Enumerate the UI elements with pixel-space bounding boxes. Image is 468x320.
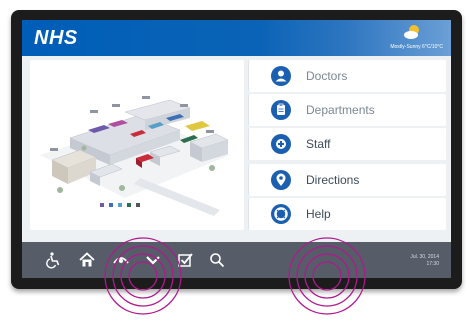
campus-map-panel[interactable] bbox=[30, 60, 244, 230]
legend-swatch bbox=[109, 203, 113, 207]
partly-sunny-icon bbox=[404, 25, 419, 39]
legend-item bbox=[100, 203, 105, 207]
accessibility-icon[interactable] bbox=[44, 251, 62, 269]
legend-item bbox=[127, 203, 132, 207]
home-icon[interactable] bbox=[78, 251, 96, 269]
legend-swatch bbox=[136, 203, 140, 207]
kiosk-screen: NHS Mostly-Sunny 6°C/10°C Doctors Depart… bbox=[22, 20, 451, 278]
clipboard-icon bbox=[271, 100, 291, 120]
legend-item bbox=[136, 203, 141, 207]
menu-label-help: Help bbox=[306, 207, 331, 221]
main-menu: Doctors Departments Staff Directions Hel… bbox=[248, 60, 446, 230]
legend-swatch bbox=[118, 203, 122, 207]
weather-widget: Mostly-Sunny 6°C/10°C bbox=[363, 24, 443, 52]
doctor-icon bbox=[271, 66, 291, 86]
plus-icon bbox=[271, 134, 291, 154]
location-pin-icon bbox=[271, 170, 291, 190]
nhs-logo: NHS bbox=[34, 27, 78, 49]
menu-item-departments[interactable]: Departments bbox=[248, 94, 446, 126]
menu-label-directions: Directions bbox=[306, 173, 360, 187]
legend-swatch bbox=[100, 203, 104, 207]
header-bar: NHS Mostly-Sunny 6°C/10°C bbox=[22, 20, 451, 56]
menu-item-doctors[interactable]: Doctors bbox=[248, 60, 446, 92]
time-text: 17:30 bbox=[426, 261, 439, 267]
menu-item-directions[interactable]: Directions bbox=[248, 164, 446, 196]
menu-label-departments: Departments bbox=[306, 103, 375, 117]
date-time: Jul. 30, 2014 17:30 bbox=[410, 254, 439, 268]
menu-label-doctors: Doctors bbox=[306, 69, 348, 83]
touch-ripple-icon bbox=[288, 237, 366, 315]
menu-item-staff[interactable]: Staff bbox=[248, 128, 446, 160]
legend-item bbox=[118, 203, 123, 207]
touch-ripple-icon bbox=[104, 237, 182, 315]
menu-item-help[interactable]: Help bbox=[248, 198, 446, 230]
taskbar: Jul. 30, 2014 17:30 bbox=[22, 242, 451, 278]
legend-item bbox=[109, 203, 114, 207]
legend-swatch bbox=[127, 203, 131, 207]
menu-label-staff: Staff bbox=[306, 137, 331, 151]
lifebuoy-icon bbox=[271, 204, 291, 224]
date-text: Jul. 30, 2014 bbox=[410, 254, 439, 260]
map-legend bbox=[100, 203, 141, 207]
search-icon[interactable] bbox=[208, 251, 226, 269]
weather-text: Mostly-Sunny 6°C/10°C bbox=[390, 44, 443, 50]
